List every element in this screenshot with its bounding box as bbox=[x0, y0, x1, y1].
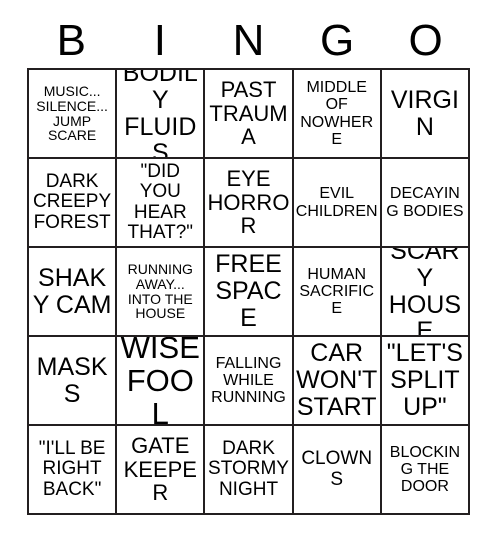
bingo-cell-b4[interactable]: MASKS bbox=[29, 337, 118, 426]
bingo-cell-label: VIRGIN bbox=[390, 85, 459, 141]
bingo-cell-i3[interactable]: RUNNING AWAY... INTO THE HOUSE bbox=[117, 248, 206, 337]
bingo-cell-g4[interactable]: CAR WON'T START bbox=[293, 337, 382, 426]
bingo-header-letter-o: O bbox=[408, 16, 443, 65]
bingo-cell-b3[interactable]: SHAKY CAM bbox=[29, 248, 118, 337]
bingo-cell-label: DARK CREEPY FOREST bbox=[33, 171, 112, 233]
bingo-cell-label: FALLING WHILE RUNNING bbox=[211, 354, 286, 407]
bingo-header-letter-b: B bbox=[56, 16, 86, 65]
bingo-cell-label: MIDDLE OF NOWHERE bbox=[300, 79, 374, 148]
bingo-header-letter-i: I bbox=[153, 16, 166, 65]
bingo-cell-label: BODILY FLUIDS bbox=[122, 70, 198, 159]
bingo-header-letter-n: N bbox=[232, 16, 265, 65]
bingo-cell-label: RUNNING AWAY... INTO THE HOUSE bbox=[127, 260, 193, 322]
bingo-header-row: B I N G O bbox=[27, 14, 470, 68]
bingo-cell-b5[interactable]: "I'LL BE RIGHT BACK" bbox=[29, 426, 118, 515]
bingo-cell-label: HUMAN SACRIFICE bbox=[299, 265, 375, 318]
bingo-cell-label: BLOCKING THE DOOR bbox=[389, 443, 461, 496]
bingo-grid: MUSIC... SILENCE... JUMP SCARE BODILY FL… bbox=[27, 68, 470, 515]
bingo-cell-n5[interactable]: DARK STORMY NIGHT bbox=[205, 426, 294, 515]
bingo-cell-g2[interactable]: EVIL CHILDREN bbox=[293, 159, 382, 248]
bingo-cell-label: CLOWNS bbox=[301, 448, 373, 490]
bingo-cell-label: DARK STORMY NIGHT bbox=[208, 438, 289, 500]
bingo-header-letter-g: G bbox=[319, 16, 355, 65]
bingo-cell-i4[interactable]: WISE FOOL bbox=[117, 337, 206, 426]
bingo-cell-g1[interactable]: MIDDLE OF NOWHERE bbox=[293, 70, 382, 159]
bingo-cell-label: PAST TRAUMA bbox=[209, 77, 288, 150]
bingo-cell-label: "I'LL BE RIGHT BACK" bbox=[38, 438, 106, 500]
bingo-card: B I N G O MUSIC... SILENCE... JUMP SCARE… bbox=[0, 0, 500, 544]
bingo-cell-label: "DID YOU HEAR THAT?" bbox=[127, 160, 194, 243]
bingo-cell-n2[interactable]: EYE HORROR bbox=[205, 159, 294, 248]
bingo-cell-label: CAR WON'T START bbox=[296, 339, 378, 421]
bingo-cell-o4[interactable]: "LET'S SPLIT UP" bbox=[381, 337, 470, 426]
bingo-cell-o1[interactable]: VIRGIN bbox=[381, 70, 470, 159]
bingo-cell-label: GATE KEEPER bbox=[123, 433, 197, 506]
bingo-cell-g3[interactable]: HUMAN SACRIFICE bbox=[293, 248, 382, 337]
bingo-cell-free-space[interactable]: FREE SPACE bbox=[205, 248, 294, 337]
bingo-cell-label: DECAYING BODIES bbox=[386, 185, 464, 220]
bingo-cell-label: MASKS bbox=[36, 352, 108, 408]
bingo-cell-label: "LET'S SPLIT UP" bbox=[386, 339, 463, 421]
bingo-cell-label: EYE HORROR bbox=[207, 166, 290, 239]
bingo-cell-i5[interactable]: GATE KEEPER bbox=[117, 426, 206, 515]
bingo-cell-label: WISE FOOL bbox=[120, 337, 200, 426]
bingo-cell-o3[interactable]: SCARY HOUSE bbox=[381, 248, 470, 337]
bingo-cell-n4[interactable]: FALLING WHILE RUNNING bbox=[205, 337, 294, 426]
bingo-cell-n1[interactable]: PAST TRAUMA bbox=[205, 70, 294, 159]
bingo-cell-label: SHAKY CAM bbox=[32, 263, 112, 319]
bingo-cell-o5[interactable]: BLOCKING THE DOOR bbox=[381, 426, 470, 515]
bingo-cell-label: FREE SPACE bbox=[215, 250, 282, 332]
bingo-cell-b2[interactable]: DARK CREEPY FOREST bbox=[29, 159, 118, 248]
bingo-cell-i2[interactable]: "DID YOU HEAR THAT?" bbox=[117, 159, 206, 248]
bingo-cell-i1[interactable]: BODILY FLUIDS bbox=[117, 70, 206, 159]
bingo-cell-label: MUSIC... SILENCE... JUMP SCARE bbox=[36, 82, 108, 144]
bingo-cell-label: SCARY HOUSE bbox=[388, 248, 461, 337]
bingo-cell-g5[interactable]: CLOWNS bbox=[293, 426, 382, 515]
bingo-cell-o2[interactable]: DECAYING BODIES bbox=[381, 159, 470, 248]
bingo-cell-label: EVIL CHILDREN bbox=[295, 185, 378, 220]
bingo-cell-b1[interactable]: MUSIC... SILENCE... JUMP SCARE bbox=[29, 70, 118, 159]
